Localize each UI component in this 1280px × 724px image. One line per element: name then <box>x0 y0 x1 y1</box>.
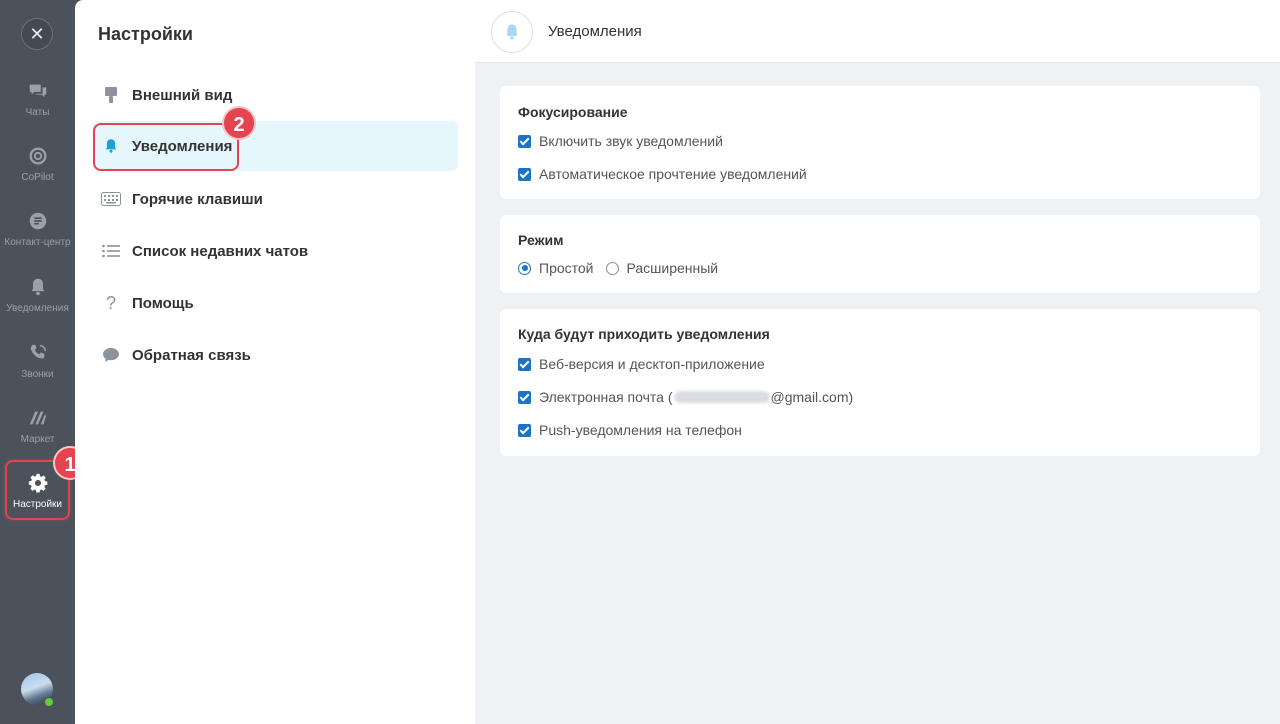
focus-card: Фокусирование Включить звук уведомлений … <box>500 86 1260 199</box>
settings-panel: Настройки Внешний вид Уведомления Горячи… <box>75 0 475 724</box>
online-status-dot <box>44 697 54 707</box>
mode-card: Режим Простой Расширенный <box>500 215 1260 293</box>
rail-item-market[interactable]: Маркет <box>0 407 75 445</box>
sound-checkbox[interactable] <box>518 134 531 148</box>
chats-icon <box>29 84 46 98</box>
close-button[interactable]: ✕ <box>21 18 53 50</box>
copilot-icon <box>29 147 46 165</box>
menu-item-feedback[interactable]: Обратная связь <box>93 330 458 380</box>
rail-label: Чаты <box>25 107 50 118</box>
menu-item-recent-chats[interactable]: Список недавних чатов <box>93 226 458 276</box>
mode-title: Режим <box>518 232 564 248</box>
header-title: Уведомления <box>548 23 642 40</box>
keyboard-icon <box>100 188 122 210</box>
rail-item-chats[interactable]: Чаты <box>0 80 75 118</box>
panel-title: Настройки <box>98 24 193 44</box>
web-label: Веб-версия и десктоп-приложение <box>539 356 765 372</box>
notifications-highlight-frame <box>93 123 239 171</box>
notification-settings-content: Уведомления Фокусирование Включить звук … <box>475 0 1280 724</box>
mode-options: Простой Расширенный <box>518 260 718 276</box>
rail-label: Контакт-центр <box>4 237 71 248</box>
email-label-prefix: Электронная почта ( <box>539 389 673 405</box>
redacted-email <box>673 391 770 403</box>
extended-label: Расширенный <box>626 260 719 276</box>
email-option[interactable]: Электронная почта ( @gmail.com) <box>518 389 853 405</box>
email-label-suffix: @gmail.com) <box>770 389 854 405</box>
rail-item-copilot[interactable]: CoPilot <box>0 145 75 183</box>
menu-item-appearance[interactable]: Внешний вид <box>93 70 458 120</box>
rail-item-notifications[interactable]: Уведомления <box>0 276 75 314</box>
contact-center-icon <box>29 212 46 230</box>
auto-read-option[interactable]: Автоматическое прочтение уведомлений <box>518 166 807 182</box>
content-header: Уведомления <box>475 0 1280 63</box>
auto-read-label: Автоматическое прочтение уведомлений <box>539 166 807 182</box>
push-checkbox[interactable] <box>518 423 531 437</box>
list-icon <box>100 240 122 262</box>
destinations-card: Куда будут приходить уведомления Веб-вер… <box>500 309 1260 456</box>
web-checkbox[interactable] <box>518 357 531 371</box>
rail-label: CoPilot <box>21 172 54 183</box>
market-icon <box>29 411 46 425</box>
rail-item-contact-center[interactable]: Контакт-центр <box>0 210 75 248</box>
push-label: Push-уведомления на телефон <box>539 422 742 438</box>
simple-label: Простой <box>539 260 594 276</box>
simple-radio[interactable] <box>518 261 531 275</box>
step-badge-2: 2 <box>222 106 256 140</box>
menu-item-hotkeys[interactable]: Горячие клавиши <box>93 174 458 224</box>
push-option[interactable]: Push-уведомления на телефон <box>518 422 742 438</box>
rail-label: Уведомления <box>6 303 69 314</box>
web-option[interactable]: Веб-версия и десктоп-приложение <box>518 356 765 372</box>
rail-item-calls[interactable]: Звонки <box>0 342 75 380</box>
brush-icon <box>100 84 122 106</box>
extended-radio[interactable] <box>605 261 619 275</box>
menu-item-label: Список недавних чатов <box>132 242 309 260</box>
bell-icon <box>31 278 44 296</box>
menu-item-label: Помощь <box>132 294 194 312</box>
chat-bubble-icon <box>100 344 122 366</box>
menu-item-label: Внешний вид <box>132 86 233 104</box>
focus-title: Фокусирование <box>518 104 628 120</box>
menu-item-label: Горячие клавиши <box>132 190 263 208</box>
auto-read-checkbox[interactable] <box>518 167 531 181</box>
rail-label: Звонки <box>21 369 54 380</box>
bell-icon <box>491 11 533 53</box>
rail-label: Маркет <box>20 434 55 445</box>
destinations-title: Куда будут приходить уведомления <box>518 326 770 342</box>
sound-option[interactable]: Включить звук уведомлений <box>518 133 723 149</box>
menu-item-label: Обратная связь <box>132 346 251 364</box>
sound-label: Включить звук уведомлений <box>539 133 723 149</box>
menu-item-help[interactable]: ? Помощь <box>93 278 458 328</box>
phone-icon <box>30 344 46 359</box>
left-rail: ✕ Чаты CoPilot Контакт-центр Уведомления… <box>0 0 75 724</box>
question-icon: ? <box>105 292 116 313</box>
email-checkbox[interactable] <box>518 390 531 404</box>
